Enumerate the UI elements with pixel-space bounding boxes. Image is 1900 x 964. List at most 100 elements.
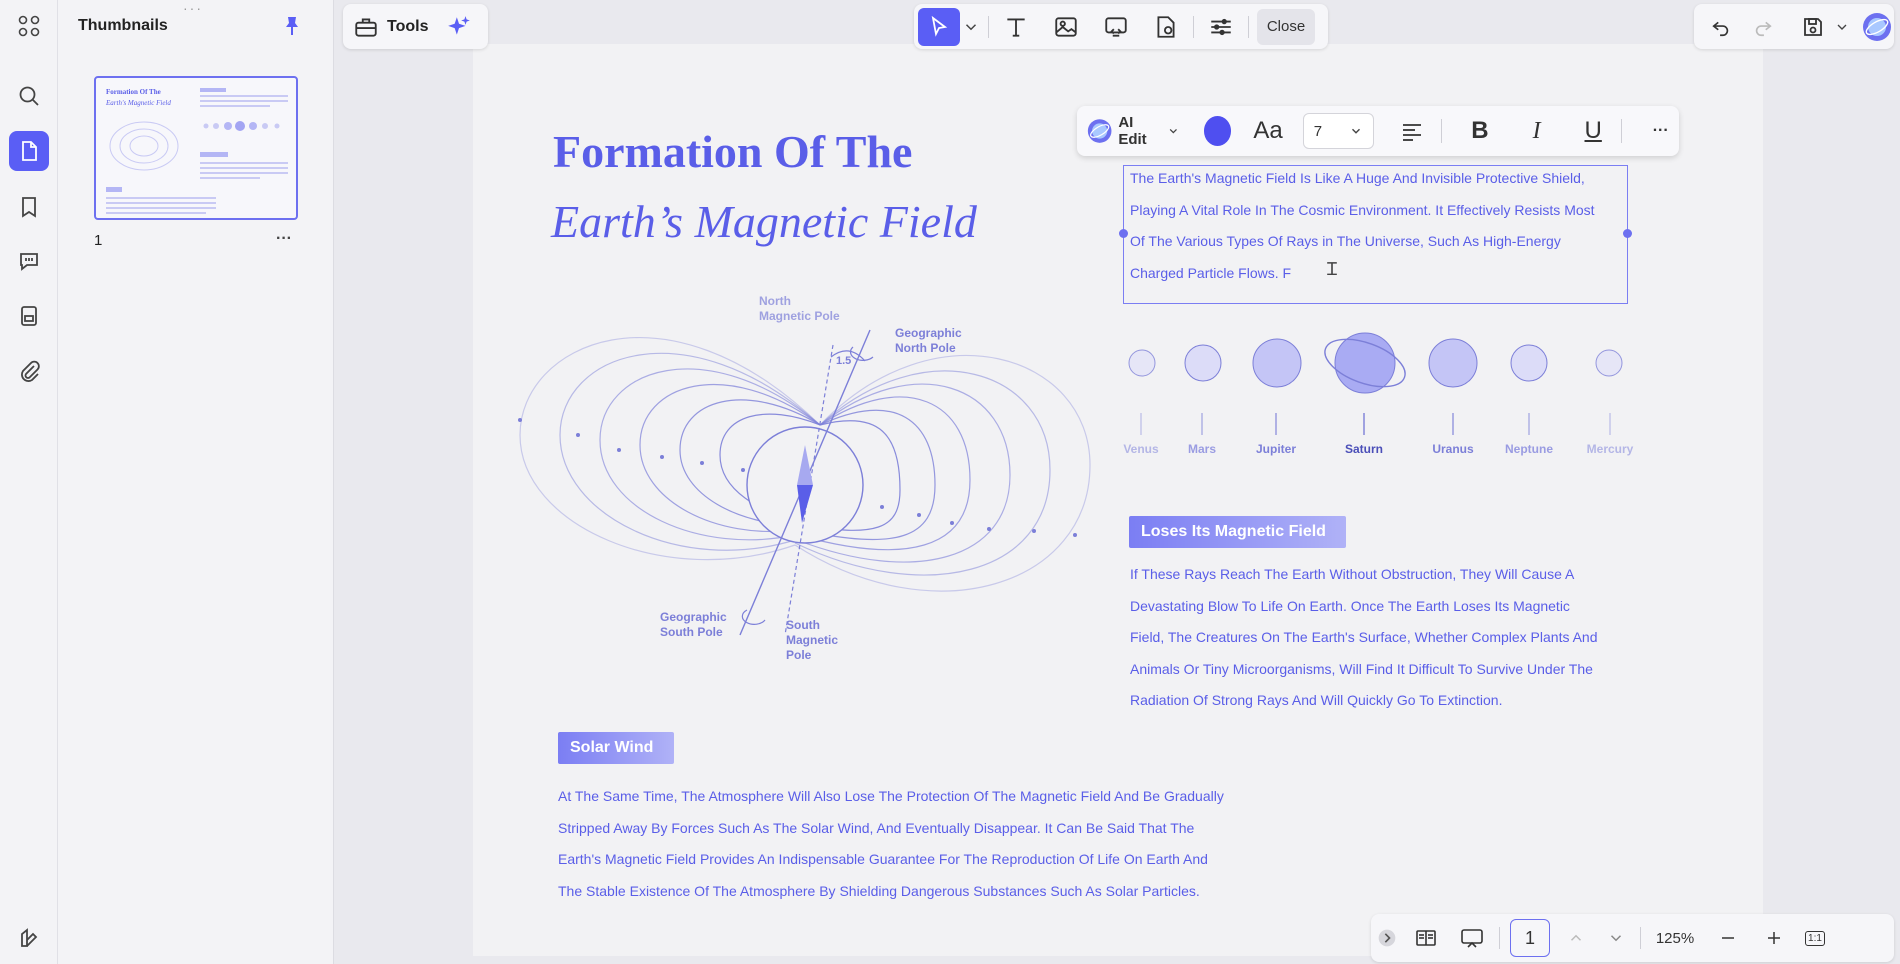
add-image-button[interactable]: [1041, 8, 1091, 46]
theme-icon[interactable]: [9, 918, 49, 958]
planet-label-uranus: Uranus: [1432, 442, 1474, 456]
add-link-button[interactable]: [1091, 8, 1141, 46]
thumbnail-more-button[interactable]: ···: [276, 230, 292, 248]
close-edit-button[interactable]: Close: [1257, 8, 1315, 45]
page-thumbnail[interactable]: Formation Of The Earth's Magnetic Field: [94, 76, 298, 220]
planet-label-mercury: Mercury: [1586, 442, 1634, 456]
redo-button[interactable]: [1742, 8, 1784, 46]
zoom-level[interactable]: 125%: [1645, 930, 1705, 947]
divider: [1193, 15, 1194, 38]
uranus-planet: [1428, 338, 1478, 388]
next-page-button[interactable]: [1596, 918, 1636, 958]
underline-button[interactable]: U: [1575, 113, 1612, 149]
document-title-line1: Formation Of The: [553, 126, 913, 177]
history-toolbar: [1694, 4, 1894, 49]
thumbnail-page-number: 1: [94, 232, 103, 249]
text-format-toolbar: AI Edit Aa 7 B I U ···: [1077, 106, 1679, 156]
divider: [1621, 119, 1623, 143]
apps-grid-icon[interactable]: [9, 6, 49, 46]
properties-button[interactable]: [1196, 8, 1246, 46]
chevron-up-icon: [1570, 934, 1582, 941]
link-tool-icon: [1105, 16, 1127, 37]
resize-handle-left[interactable]: [1119, 229, 1128, 238]
svg-text:Formation Of The: Formation Of The: [106, 88, 161, 96]
zoom-in-button[interactable]: [1751, 918, 1797, 958]
page-number-input[interactable]: 1: [1510, 919, 1550, 957]
pin-icon[interactable]: [280, 14, 304, 38]
chevron-down-icon: [1610, 935, 1622, 942]
image-tool-icon: [1055, 16, 1077, 37]
attachment-icon[interactable]: [9, 351, 49, 391]
divider: [1640, 927, 1641, 949]
mercury-planet: [1595, 349, 1623, 377]
zoom-out-button[interactable]: [1705, 918, 1751, 958]
presentation-button[interactable]: [1449, 918, 1495, 958]
ai-assistant-icon[interactable]: [1862, 12, 1892, 42]
expand-button[interactable]: [1371, 918, 1403, 958]
add-watermark-button[interactable]: [1141, 8, 1191, 46]
divider: [988, 15, 989, 38]
bold-button[interactable]: B: [1462, 113, 1499, 149]
page-stamp-icon: [1157, 15, 1175, 38]
actual-size-label: 1:1: [1805, 930, 1825, 946]
book-icon: [1416, 930, 1436, 946]
page-navigation-bar: 1 125% 1:1: [1371, 914, 1894, 962]
plus-icon: [1768, 932, 1780, 944]
planet-label-neptune: Neptune: [1505, 442, 1553, 456]
mars-planet: [1184, 344, 1222, 382]
angle-label: 1.5: [836, 355, 852, 367]
planet-label-venus: Venus: [1123, 442, 1159, 456]
geographic-south-pole-label: Geographic South Pole: [660, 610, 727, 639]
intro-paragraph[interactable]: The Earth's Magnetic Field Is Like A Hug…: [1130, 163, 1630, 289]
pages-icon[interactable]: [9, 131, 49, 171]
bookmark-icon[interactable]: [9, 187, 49, 227]
text-tool-icon: [1007, 17, 1025, 37]
section1-paragraph[interactable]: If These Rays Reach The Earth Without Ob…: [1130, 559, 1630, 717]
edit-mode-toolbar: Close: [914, 4, 1328, 49]
planet-label-jupiter: Jupiter: [1255, 442, 1297, 456]
geographic-north-pole-label: Geographic North Pole: [895, 326, 962, 355]
select-tool-button[interactable]: [918, 7, 960, 46]
neptune-planet: [1510, 344, 1548, 382]
planet-label-saturn: Saturn: [1344, 442, 1384, 456]
tools-button[interactable]: Tools: [353, 14, 428, 40]
document-title-line2: Earth’s Magnetic Field: [551, 196, 977, 247]
tools-label: Tools: [387, 17, 429, 35]
undo-button[interactable]: [1700, 8, 1742, 46]
search-icon[interactable]: [9, 76, 49, 116]
monitor-icon: [1461, 929, 1483, 948]
ai-edit-button[interactable]: AI Edit: [1087, 114, 1180, 148]
actual-size-button[interactable]: 1:1: [1797, 918, 1833, 958]
chevron-right-icon: [1378, 929, 1396, 947]
section2-paragraph[interactable]: At The Same Time, The Atmosphere Will Al…: [558, 781, 1298, 907]
form-icon[interactable]: [9, 296, 49, 336]
divider: [1440, 119, 1442, 143]
add-text-button[interactable]: [991, 8, 1041, 46]
text-color-button[interactable]: [1203, 116, 1232, 146]
ai-sparkle-icon[interactable]: [446, 14, 472, 40]
section-heading-magnetic: Loses Its Magnetic Field: [1129, 516, 1346, 548]
save-button[interactable]: [1792, 8, 1834, 46]
chevron-down-icon[interactable]: [962, 18, 980, 36]
previous-page-button[interactable]: [1556, 918, 1596, 958]
font-family-button[interactable]: Aa: [1253, 117, 1282, 145]
section-heading-solar-wind: Solar Wind: [558, 732, 674, 764]
divider: [1499, 927, 1500, 949]
magnetic-field-diagram: [518, 329, 1091, 636]
page-layout-button[interactable]: [1403, 918, 1449, 958]
align-button[interactable]: [1394, 113, 1431, 149]
comment-icon[interactable]: [9, 241, 49, 281]
font-size-select[interactable]: 7: [1302, 113, 1375, 149]
thumbnails-panel: ··· Thumbnails Formation Of The Earth's …: [58, 0, 334, 964]
italic-button[interactable]: I: [1518, 113, 1555, 149]
toolbox-icon: [355, 17, 377, 37]
chevron-down-icon[interactable]: [1834, 19, 1850, 35]
font-size-value: 7: [1313, 122, 1323, 140]
more-options-button[interactable]: ···: [1642, 113, 1679, 149]
divider: [1248, 15, 1249, 38]
chevron-down-icon: [1352, 128, 1361, 134]
panel-grip[interactable]: ···: [183, 0, 203, 16]
chevron-down-icon: [1169, 128, 1178, 134]
panel-title: Thumbnails: [78, 17, 168, 34]
ai-edit-icon: [1087, 119, 1112, 143]
